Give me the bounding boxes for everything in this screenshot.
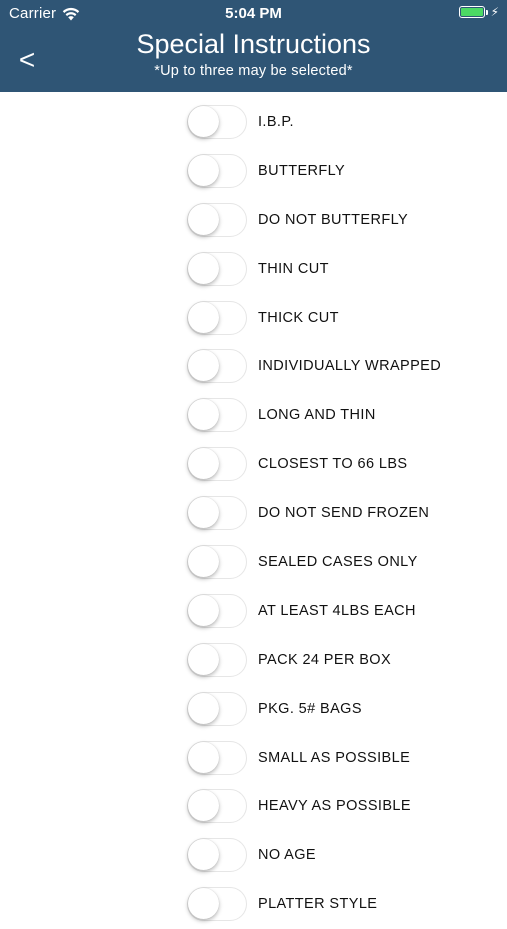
- clock-time: 5:04 PM: [225, 5, 282, 22]
- option-label: THICK CUT: [258, 309, 339, 326]
- option-label: AT LEAST 4LBS EACH: [258, 602, 416, 619]
- toggle-knob: [188, 252, 219, 284]
- option-toggle[interactable]: [187, 642, 247, 677]
- option-toggle[interactable]: [187, 153, 247, 188]
- battery-icon: [458, 6, 485, 18]
- option-label: INDIVIDUALLY WRAPPED: [258, 358, 442, 375]
- special-instructions-list: I.B.P. BUTTERFLY DO NOT BUTTERFLY THIN C…: [0, 98, 507, 929]
- option-label: PLATTER STYLE: [258, 896, 378, 913]
- charging-bolt-icon: ⚡︎: [490, 5, 499, 19]
- battery-fill: [460, 8, 483, 16]
- list-item: LONG AND THIN: [0, 391, 507, 440]
- nav-header: Carrier 5:04 PM ⚡︎ < Special Instruction…: [0, 0, 507, 92]
- option-label: CLOSEST TO 66 LBS: [258, 456, 408, 473]
- battery-tip: [485, 9, 488, 15]
- option-label: I.B.P.: [258, 114, 294, 130]
- option-toggle[interactable]: [187, 496, 247, 531]
- toggle-knob: [188, 643, 219, 675]
- option-label: PACK 24 PER BOX: [258, 651, 392, 668]
- list-item: PLATTER STYLE: [0, 880, 507, 929]
- list-item: INDIVIDUALLY WRAPPED: [0, 342, 507, 391]
- option-label: PKG. 5# BAGS: [258, 700, 362, 717]
- option-label: THIN CUT: [258, 260, 329, 277]
- option-label: HEAVY AS POSSIBLE: [258, 798, 411, 815]
- option-toggle[interactable]: [187, 300, 247, 335]
- list-item: I.B.P.: [0, 98, 507, 147]
- list-item: DO NOT SEND FROZEN: [0, 489, 507, 538]
- page-title: Special Instructions: [136, 29, 371, 59]
- option-toggle[interactable]: [187, 202, 247, 237]
- toggle-knob: [188, 399, 219, 431]
- option-toggle[interactable]: [187, 251, 247, 286]
- option-toggle[interactable]: [187, 691, 247, 726]
- toggle-knob: [188, 497, 219, 529]
- toggle-knob: [188, 839, 219, 871]
- option-toggle[interactable]: [187, 593, 247, 628]
- option-label: SMALL AS POSSIBLE: [258, 749, 411, 766]
- option-toggle[interactable]: [187, 349, 247, 384]
- option-toggle[interactable]: [187, 740, 247, 775]
- option-toggle[interactable]: [187, 789, 247, 824]
- toggle-knob: [188, 203, 219, 235]
- option-label: LONG AND THIN: [258, 407, 376, 424]
- toggle-knob: [188, 154, 219, 186]
- list-item: THIN CUT: [0, 245, 507, 294]
- option-toggle[interactable]: [187, 398, 247, 433]
- option-label: SEALED CASES ONLY: [258, 554, 418, 571]
- toggle-knob: [188, 301, 219, 333]
- list-item: DO NOT BUTTERFLY: [0, 196, 507, 245]
- list-item: SMALL AS POSSIBLE: [0, 734, 507, 783]
- option-toggle[interactable]: [187, 545, 247, 580]
- option-label: DO NOT BUTTERFLY: [258, 211, 409, 228]
- option-toggle[interactable]: [187, 447, 247, 482]
- toggle-knob: [188, 741, 219, 773]
- toggle-knob: [188, 594, 219, 626]
- list-item: THICK CUT: [0, 294, 507, 343]
- option-toggle[interactable]: [187, 838, 247, 873]
- toggle-knob: [188, 546, 219, 578]
- option-label: NO AGE: [258, 847, 316, 864]
- battery-indicator: ⚡︎: [458, 5, 499, 19]
- list-item: PKG. 5# BAGS: [0, 685, 507, 734]
- toggle-knob: [188, 106, 219, 137]
- toggle-knob: [188, 888, 219, 920]
- option-label: DO NOT SEND FROZEN: [258, 505, 430, 522]
- list-item: SEALED CASES ONLY: [0, 538, 507, 587]
- list-item: BUTTERFLY: [0, 147, 507, 196]
- toggle-knob: [188, 350, 219, 382]
- list-item: HEAVY AS POSSIBLE: [0, 782, 507, 831]
- status-bar: Carrier 5:04 PM ⚡︎: [0, 0, 507, 26]
- option-label: BUTTERFLY: [258, 162, 346, 179]
- page-subtitle: *Up to three may be selected*: [154, 63, 353, 79]
- list-item: CLOSEST TO 66 LBS: [0, 440, 507, 489]
- toggle-knob: [188, 790, 219, 822]
- list-item: PACK 24 PER BOX: [0, 636, 507, 685]
- list-item: NO AGE: [0, 831, 507, 880]
- toggle-knob: [188, 692, 219, 724]
- option-toggle[interactable]: [187, 105, 247, 139]
- toggle-knob: [188, 448, 219, 480]
- option-toggle[interactable]: [187, 887, 247, 922]
- list-item: AT LEAST 4LBS EACH: [0, 587, 507, 636]
